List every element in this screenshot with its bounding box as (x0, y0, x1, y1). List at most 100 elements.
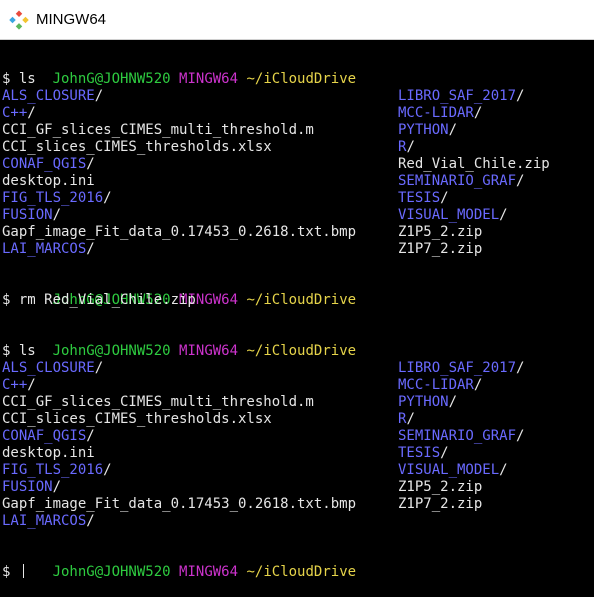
file-name: CCI_GF_slices_CIMES_multi_threshold.m (2, 122, 314, 138)
file-entry: FUSION/ (2, 479, 61, 496)
directory-name: FUSION (2, 207, 53, 223)
path-separator: / (103, 462, 112, 478)
file-entry: FIG_TLS_2016/ (2, 462, 112, 479)
path-separator: / (86, 428, 95, 444)
directory-name: VISUAL_MODEL (398, 462, 500, 478)
file-entry: CONAF_QGIS/ (2, 156, 95, 173)
prompt-line: JohnG@JOHNW520 MINGW64 ~/iCloudDrive (2, 326, 592, 359)
command-line: $ ls (2, 343, 592, 360)
listing-row: Gapf_image_Fit_data_0.17453_0.2618.txt.b… (2, 496, 592, 513)
file-entry: CCI_slices_CIMES_thresholds.xlsx (2, 411, 272, 428)
path-separator: / (440, 445, 449, 461)
directory-name: TESIS (398, 190, 441, 206)
path-separator: / (516, 88, 525, 104)
directory-name: MCC-LIDAR (398, 377, 474, 393)
window-titlebar[interactable]: MINGW64 (0, 0, 594, 40)
path-separator: / (448, 394, 458, 410)
listing-row: CCI_slices_CIMES_thresholds.xlsx R/ (2, 411, 592, 428)
file-entry: C++/ (2, 105, 36, 122)
file-entry: LAI_MARCOS/ (2, 241, 95, 258)
file-entry: SEMINARIO_GRAF/ (398, 173, 524, 190)
file-name: CCI_slices_CIMES_thresholds.xlsx (2, 139, 272, 155)
file-entry: MCC-LIDAR/ (398, 105, 482, 122)
path-separator: / (516, 428, 525, 444)
listing-row: CCI_GF_slices_CIMES_multi_threshold.m PYT… (2, 394, 592, 411)
file-entry: R/ (398, 139, 415, 156)
file-entry: ALS_CLOSURE/ (2, 360, 103, 377)
file-name: Z1P5_2.zip (398, 479, 483, 495)
file-entry: R/ (398, 411, 415, 428)
file-entry: Z1P5_2.zip (398, 479, 482, 496)
command-text: $ ls (2, 71, 36, 87)
file-name: desktop.ini (2, 445, 95, 461)
file-entry: MCC-LIDAR/ (398, 377, 482, 394)
file-entry: CCI_GF_slices_CIMES_multi_threshold.m (2, 394, 314, 411)
file-entry: LIBRO_SAF_2017/ (398, 88, 524, 105)
directory-name: VISUAL_MODEL (398, 207, 500, 223)
path-separator: / (94, 360, 104, 376)
directory-name: FIG_TLS_2016 (2, 190, 104, 206)
file-entry: Gapf_image_Fit_data_0.17453_0.2618.txt.b… (2, 224, 356, 241)
listing-row: FUSION/VISUAL_MODEL/ (2, 207, 592, 224)
file-entry: Gapf_image_Fit_data_0.17453_0.2618.txt.b… (2, 496, 356, 513)
file-entry: FIG_TLS_2016/ (2, 190, 112, 207)
directory-name: PYTHON (398, 394, 449, 410)
directory-name: LIBRO_SAF_2017 (398, 88, 517, 104)
file-name: Gapf_image_Fit_data_0.17453_0.2618.txt.b… (2, 496, 357, 512)
path-separator: / (27, 105, 36, 121)
listing-row: C++ /MCC-LIDAR/ (2, 377, 592, 394)
listing-row: C++/ MCC-LIDAR/ (2, 105, 592, 122)
listing-row: ALS_CLOSURE/LIBRO_SAF_2017 / (2, 360, 592, 377)
listing-row: FUSION/Z1P5_2.zip (2, 479, 592, 496)
file-entry: ALS_CLOSURE/ (2, 88, 103, 105)
file-name: CCI_GF_slices_CIMES_multi_threshold.m (2, 394, 314, 410)
file-entry: Red_Vial_Chile.zip (398, 156, 550, 173)
file-name: Z1P7_2.zip (398, 241, 483, 257)
directory-name: LAI_MARCOS (2, 513, 87, 529)
path-separator: / (86, 156, 95, 172)
path-separator: / (52, 479, 62, 495)
path-separator: / (448, 122, 458, 138)
file-entry: VISUAL_MODEL/ (398, 207, 508, 224)
path-separator: / (516, 173, 525, 189)
ls-listing: ALS_CLOSURE/LIBRO_SAF_2017/C++/MCC-LIDAR… (2, 88, 592, 258)
directory-name: CONAF_QGIS (2, 156, 87, 172)
path-separator: / (103, 190, 112, 206)
path-separator: / (406, 411, 415, 427)
file-entry: TESIS/ (398, 445, 449, 462)
path-separator: / (94, 88, 104, 104)
window-title: MINGW64 (36, 11, 107, 28)
terminal-area[interactable]: JohnG@JOHNW520 MINGW64 ~/iCloudDrive $ l… (0, 40, 594, 597)
input-line[interactable]: $ (2, 564, 592, 581)
file-entry: LAI_MARCOS/ (2, 513, 95, 530)
directory-name: LIBRO_SAF_2017 (398, 360, 517, 376)
listing-row: CCI_slices_CIMES_thresholds.xlsx R/ (2, 139, 592, 156)
file-entry: PYTHON/ (398, 394, 457, 411)
listing-row: desktop.ini SEMINARIO_GRAF/ (2, 173, 592, 190)
directory-name: TESIS (398, 445, 441, 461)
path-separator: / (473, 377, 483, 393)
command-text: $ rm Red_Vial_Chile.zip (2, 292, 196, 308)
file-name: desktop.ini (2, 173, 95, 189)
directory-name: ALS_CLOSURE (2, 360, 95, 376)
listing-row: CCI_GF_slices_CIMES_multi_threshold.m PYT… (2, 122, 592, 139)
file-entry: VISUAL_MODEL/ (398, 462, 508, 479)
directory-name: PYTHON (398, 122, 449, 138)
directory-name: C++ (2, 377, 28, 393)
directory-name: SEMINARIO_GRAF (398, 173, 517, 189)
file-entry: Z1P7_2.zip (398, 496, 482, 513)
file-entry: CONAF_QGIS/ (2, 428, 95, 445)
listing-row: CONAF_QGIS/SEMINARIO_GRAF/ (2, 428, 592, 445)
file-name: Red_Vial_Chile.zip (398, 156, 550, 172)
listing-row: desktop.ini TESIS/ (2, 445, 592, 462)
path-separator: / (406, 139, 415, 155)
listing-row: LAI_MARCOS/ (2, 513, 592, 530)
file-name: Z1P7_2.zip (398, 496, 483, 512)
command-line: $ rm Red_Vial_Chile.zip (2, 292, 592, 309)
listing-row: Gapf_image_Fit_data_0.17453_0.2618.txt.b… (2, 224, 592, 241)
file-entry: SEMINARIO_GRAF/ (398, 428, 524, 445)
prompt-line: JohnG@JOHNW520 MINGW64 ~/iCloudDrive (2, 54, 592, 87)
